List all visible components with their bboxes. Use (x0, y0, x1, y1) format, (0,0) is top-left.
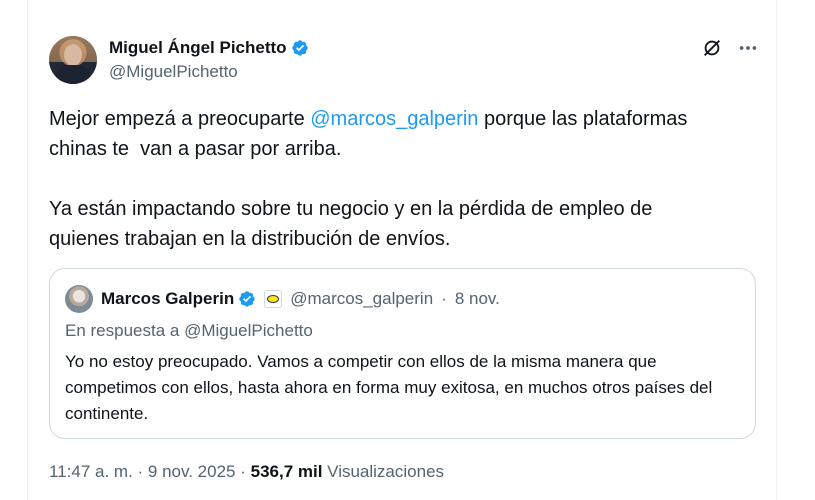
author-handle[interactable]: @MiguelPichetto (109, 62, 309, 82)
author-display-name[interactable]: Miguel Ángel Pichetto (109, 38, 287, 58)
reply-to-handle[interactable]: @MiguelPichetto (184, 321, 313, 340)
tweet-text: Mejor empezá a preocuparte @marcos_galpe… (49, 104, 749, 254)
views-label: Visualizaciones (322, 462, 445, 481)
reply-context: En respuesta a @MiguelPichetto (65, 321, 313, 341)
meta-separator-1: · (132, 462, 148, 481)
affiliate-badge-icon[interactable] (264, 290, 283, 308)
author-names: Miguel Ángel Pichetto @MiguelPichetto (109, 38, 309, 82)
mention-link[interactable]: @marcos_galperin (310, 108, 478, 130)
grok-icon[interactable] (700, 36, 724, 60)
tweet-text-part1: Mejor empezá a preocuparte (49, 108, 311, 130)
verified-badge-icon (239, 291, 255, 307)
quoted-header: Marcos Galperin @marcos_galperin · 8 nov… (65, 285, 500, 313)
meta-separator-2: · (235, 462, 251, 481)
verified-badge-icon (291, 40, 308, 56)
quoted-text: Yo no estoy preocupado. Vamos a competir… (65, 352, 713, 423)
quoted-avatar[interactable] (65, 285, 93, 313)
quoted-separator: · (441, 289, 447, 308)
quoted-date[interactable]: 8 nov. (455, 289, 500, 309)
reply-prefix: En respuesta a (65, 321, 185, 340)
tweet-time[interactable]: 11:47 a. m. (49, 462, 133, 482)
quoted-display-name[interactable]: Marcos Galperin (101, 289, 234, 309)
header-actions (700, 36, 760, 60)
tweet-header: Miguel Ángel Pichetto @MiguelPichetto (49, 36, 309, 84)
tweet-meta: 11:47 a. m. · 9 nov. 2025 · 536,7 mil Vi… (49, 462, 444, 482)
author-avatar[interactable] (49, 36, 97, 84)
quoted-tweet[interactable]: Marcos Galperin @marcos_galperin · 8 nov… (49, 268, 756, 439)
more-icon[interactable] (736, 36, 760, 60)
quoted-handle[interactable]: @marcos_galperin (290, 289, 433, 309)
views-count: 536,7 mil (250, 462, 323, 481)
tweet-date[interactable]: 9 nov. 2025 (148, 462, 236, 482)
